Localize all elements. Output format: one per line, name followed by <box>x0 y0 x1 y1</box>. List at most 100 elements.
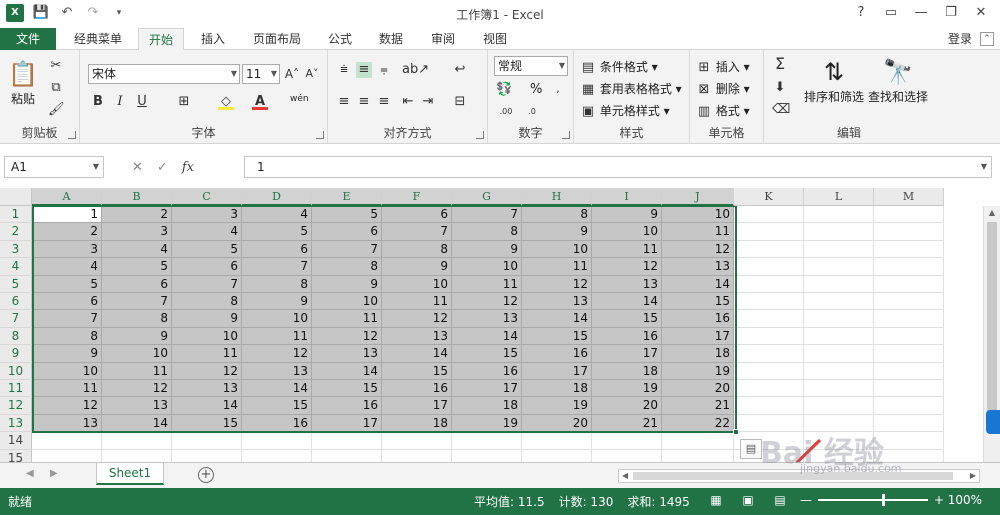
alignment-launcher-icon[interactable] <box>476 131 484 139</box>
paste-button[interactable]: 📋 粘贴 <box>6 58 40 107</box>
cell-K5[interactable] <box>734 275 804 293</box>
cell-K6[interactable] <box>734 293 804 311</box>
cell-M13[interactable] <box>874 414 944 433</box>
minimize-button[interactable]: — <box>906 2 936 24</box>
number-format-combo[interactable]: 常规 ▼ <box>494 56 568 76</box>
zoom-slider[interactable] <box>818 494 928 506</box>
cell-E4[interactable]: 8 <box>312 258 382 276</box>
cell-E6[interactable]: 10 <box>312 293 382 311</box>
format-as-table-button[interactable]: ▦ 套用表格格式 ▾ <box>580 80 682 98</box>
cell-D10[interactable]: 13 <box>242 362 312 380</box>
cell-K1[interactable] <box>734 206 804 224</box>
cell-E11[interactable]: 15 <box>312 380 382 398</box>
normal-view-icon[interactable]: ▦ <box>708 493 724 507</box>
cell-H9[interactable]: 16 <box>522 345 592 363</box>
cell-E9[interactable]: 13 <box>312 345 382 363</box>
format-painter-icon[interactable]: 🖌 <box>48 102 65 118</box>
page-layout-view-icon[interactable]: ▣ <box>740 493 756 507</box>
cancel-icon[interactable]: ✕ <box>132 160 143 175</box>
cell-H2[interactable]: 9 <box>522 223 592 241</box>
add-sheet-icon[interactable]: + <box>198 467 214 483</box>
cell-D15[interactable] <box>242 449 312 462</box>
cell-J4[interactable]: 13 <box>662 258 734 276</box>
merge-center-icon[interactable]: ⊟ <box>452 94 468 110</box>
cell-D2[interactable]: 5 <box>242 223 312 241</box>
cell-M9[interactable] <box>874 345 944 363</box>
cell-M3[interactable] <box>874 240 944 259</box>
cell-G8[interactable]: 14 <box>452 327 522 346</box>
formula-input[interactable]: 1 ▼ <box>244 156 992 178</box>
cell-D5[interactable]: 8 <box>242 275 312 293</box>
font-size-combo[interactable]: 11 ▼ <box>242 64 280 84</box>
percent-button[interactable]: % <box>530 82 542 97</box>
cell-A5[interactable]: 5 <box>32 275 102 293</box>
find-select-button[interactable]: 🔭 查找和选择 <box>868 56 928 105</box>
cell-M6[interactable] <box>874 293 944 311</box>
cell-E14[interactable] <box>312 432 382 450</box>
cell-I2[interactable]: 10 <box>592 223 662 241</box>
cell-E2[interactable]: 6 <box>312 223 382 241</box>
cell-G10[interactable]: 16 <box>452 362 522 380</box>
insert-cells-button[interactable]: ⊞ 插入 ▾ <box>696 58 750 76</box>
cell-D9[interactable]: 12 <box>242 345 312 363</box>
tab-page-layout[interactable]: 页面布局 <box>244 28 310 50</box>
decrease-decimal-icon[interactable]: .0 <box>524 104 540 120</box>
cell-F3[interactable]: 8 <box>382 240 452 259</box>
cell-M10[interactable] <box>874 362 944 380</box>
cell-J8[interactable]: 17 <box>662 327 734 346</box>
sort-filter-button[interactable]: ⇅ 排序和筛选 <box>804 56 864 105</box>
cell-L9[interactable] <box>804 345 874 363</box>
cell-E7[interactable]: 11 <box>312 310 382 328</box>
cell-J9[interactable]: 18 <box>662 345 734 363</box>
cell-G1[interactable]: 7 <box>452 206 522 224</box>
cell-J12[interactable]: 21 <box>662 397 734 415</box>
cell-G11[interactable]: 17 <box>452 380 522 398</box>
font-launcher-icon[interactable] <box>316 131 324 139</box>
cell-I12[interactable]: 20 <box>592 397 662 415</box>
zoom-in-icon[interactable]: + <box>934 493 944 507</box>
cell-F11[interactable]: 16 <box>382 380 452 398</box>
cell-C1[interactable]: 3 <box>172 206 242 224</box>
cell-C8[interactable]: 10 <box>172 327 242 346</box>
bold-button[interactable]: B <box>90 94 106 110</box>
cell-F6[interactable]: 11 <box>382 293 452 311</box>
cell-C7[interactable]: 9 <box>172 310 242 328</box>
cell-C11[interactable]: 13 <box>172 380 242 398</box>
cell-J6[interactable]: 15 <box>662 293 734 311</box>
cell-L1[interactable] <box>804 206 874 224</box>
cell-H3[interactable]: 10 <box>522 240 592 259</box>
font-color-icon[interactable]: A <box>252 94 268 110</box>
cell-B5[interactable]: 6 <box>102 275 172 293</box>
cell-H14[interactable] <box>522 432 592 450</box>
column-header[interactable]: L <box>804 188 874 206</box>
row-header[interactable]: 15 <box>0 449 32 462</box>
column-header[interactable]: E <box>312 188 382 206</box>
cell-H4[interactable]: 11 <box>522 258 592 276</box>
row-header[interactable]: 8 <box>0 327 32 346</box>
cell-G7[interactable]: 13 <box>452 310 522 328</box>
fill-color-icon[interactable]: ◇ <box>218 94 234 110</box>
cell-B13[interactable]: 14 <box>102 414 172 433</box>
cell-H11[interactable]: 18 <box>522 380 592 398</box>
cell-D1[interactable]: 4 <box>242 206 312 224</box>
align-middle-icon[interactable]: ≡ <box>356 62 372 78</box>
column-header[interactable]: K <box>734 188 804 206</box>
cell-D14[interactable] <box>242 432 312 450</box>
select-all-corner[interactable] <box>0 188 32 206</box>
clipboard-launcher-icon[interactable] <box>68 131 76 139</box>
sheet-prev-icon[interactable]: ◀ <box>26 468 34 479</box>
name-box[interactable]: A1 ▼ <box>4 156 104 178</box>
row-header[interactable]: 9 <box>0 345 32 363</box>
row-header[interactable]: 14 <box>0 432 32 450</box>
column-header[interactable]: J <box>662 188 734 206</box>
sign-in-link[interactable]: 登录 <box>948 28 972 50</box>
insert-function-icon[interactable]: fx <box>182 160 194 175</box>
cell-B12[interactable]: 13 <box>102 397 172 415</box>
increase-indent-icon[interactable]: ⇥ <box>420 94 436 110</box>
cell-F4[interactable]: 9 <box>382 258 452 276</box>
number-launcher-icon[interactable] <box>562 131 570 139</box>
cell-D11[interactable]: 14 <box>242 380 312 398</box>
cell-B3[interactable]: 4 <box>102 240 172 259</box>
cell-B14[interactable] <box>102 432 172 450</box>
worksheet-grid[interactable]: 1 2 3 4 5 6 7 8 9 10 2 3 4 5 6 7 8 9 10 11 3 4 5 6 7 8 9 10 11 12 4 5 6 7… <box>0 188 1000 462</box>
